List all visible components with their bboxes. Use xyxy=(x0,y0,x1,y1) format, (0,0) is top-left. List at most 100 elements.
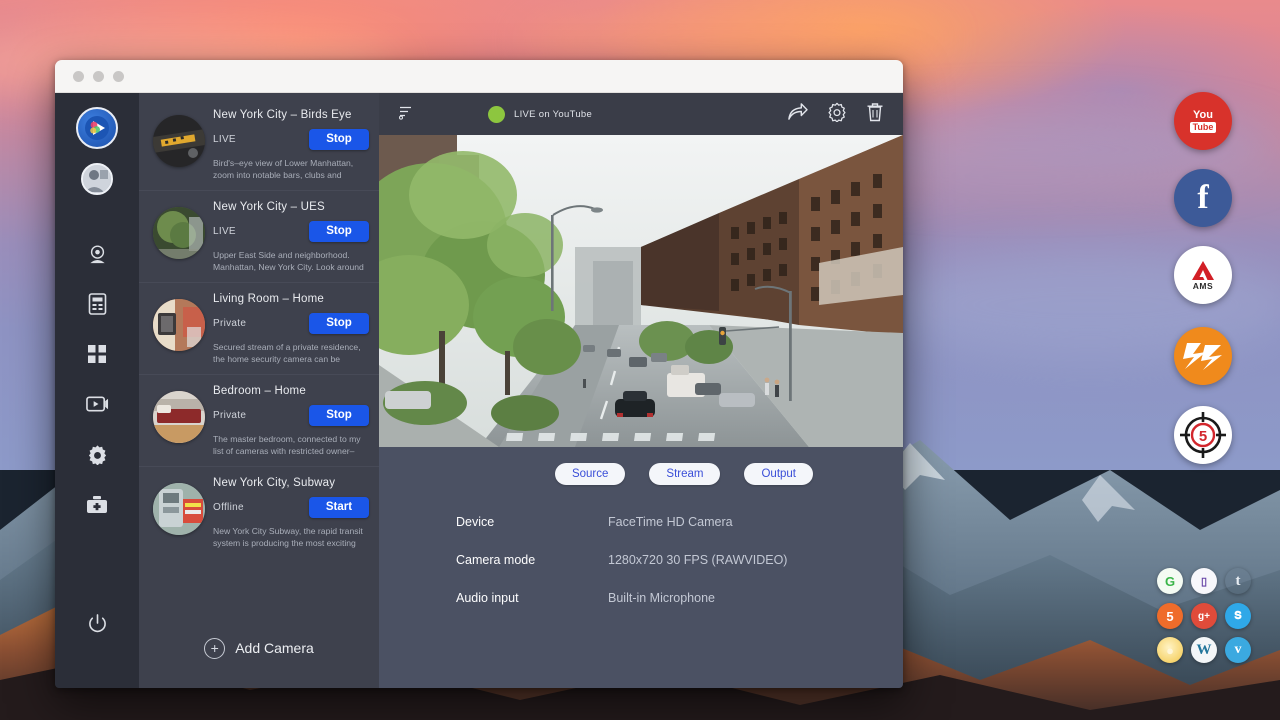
window-titlebar[interactable] xyxy=(55,60,903,93)
dock-icon-five-target[interactable]: 5 xyxy=(1174,406,1232,464)
sidebar-item-user-avatar[interactable] xyxy=(81,163,113,195)
detail-label: Device xyxy=(456,515,608,529)
tab-source[interactable]: Source xyxy=(555,463,625,485)
camera-title: Living Room – Home xyxy=(213,293,369,305)
youtube-tube-text: Tube xyxy=(1190,122,1217,133)
youtube-you-text: You xyxy=(1193,110,1213,121)
tab-stream[interactable]: Stream xyxy=(649,463,720,485)
sidebar-item-power[interactable] xyxy=(74,598,120,648)
sidebar-item-support[interactable] xyxy=(74,479,120,529)
dock-icon-adobe-ams[interactable]: AMS xyxy=(1174,246,1232,304)
mini-icon-sunset-app[interactable]: ● xyxy=(1157,637,1183,663)
camera-list-item[interactable]: New York City, Subway Offline Start New … xyxy=(139,467,379,558)
camera-description: Secured stream of a private residence, t… xyxy=(213,342,369,366)
mini-icon-vimeo[interactable]: v xyxy=(1225,637,1251,663)
camera-thumbnail xyxy=(153,299,205,351)
app-window: New York City – Birds Eye LIVE Stop Bird… xyxy=(55,60,903,688)
add-camera-label: Add Camera xyxy=(235,640,314,656)
dock-icon-facebook[interactable]: f xyxy=(1174,169,1232,227)
video-icon xyxy=(86,395,109,413)
sort-icon[interactable] xyxy=(398,104,414,125)
camera-action-button[interactable]: Stop xyxy=(309,129,369,150)
camera-action-button[interactable]: Stop xyxy=(309,221,369,242)
preview-street-scene xyxy=(379,135,903,447)
bedroom-thumb-art xyxy=(153,391,205,443)
camera-title: Bedroom – Home xyxy=(213,385,369,397)
sidebar-item-devices[interactable] xyxy=(74,279,120,329)
camera-title: New York City – UES xyxy=(213,201,369,213)
camera-list-item[interactable]: New York City – UES LIVE Stop Upper East… xyxy=(139,191,379,283)
detail-row-audio-input: Audio input Built-in Microphone xyxy=(456,591,903,605)
minimize-button[interactable] xyxy=(93,71,104,82)
mini-icon-twitter[interactable]: 𝐒 xyxy=(1225,603,1251,629)
camera-thumbnail xyxy=(153,207,205,259)
camera-list[interactable]: New York City – Birds Eye LIVE Stop Bird… xyxy=(139,93,379,608)
gear-icon[interactable] xyxy=(827,102,847,127)
camera-title: New York City, Subway xyxy=(213,477,369,489)
detail-row-camera-mode: Camera mode 1280x720 30 FPS (RAWVIDEO) xyxy=(456,553,903,567)
detail-value[interactable]: Built-in Microphone xyxy=(608,591,715,605)
camera-status: LIVE xyxy=(213,226,236,237)
camera-status: Private xyxy=(213,318,246,329)
camera-thumbnail xyxy=(153,115,205,167)
camera-title: New York City – Birds Eye xyxy=(213,109,369,121)
camera-description: Bird's–eye view of Lower Manhattan, zoom… xyxy=(213,158,369,182)
detail-label: Audio input xyxy=(456,591,608,605)
mini-icon-five[interactable]: 5 xyxy=(1157,603,1183,629)
tablet-icon xyxy=(88,293,107,315)
gear-icon xyxy=(87,444,108,465)
adobe-a-icon xyxy=(1190,260,1216,281)
camera-action-button[interactable]: Stop xyxy=(309,313,369,334)
main-panel: LIVE on YouTube xyxy=(379,93,903,688)
sidebar-item-settings[interactable] xyxy=(74,429,120,479)
camera-list-item[interactable]: Bedroom – Home Private Stop The master b… xyxy=(139,375,379,467)
power-icon xyxy=(88,614,107,633)
webcam-icon xyxy=(87,244,108,265)
maximize-button[interactable] xyxy=(113,71,124,82)
detail-row-device: Device FaceTime HD Camera xyxy=(456,515,903,529)
camera-action-button[interactable]: Start xyxy=(309,497,369,518)
sidebar-item-dashboard[interactable] xyxy=(74,329,120,379)
trash-icon[interactable] xyxy=(866,102,884,127)
detail-label: Camera mode xyxy=(456,553,608,567)
mini-icon-google-plus[interactable]: g+ xyxy=(1191,603,1217,629)
detail-value[interactable]: FaceTime HD Camera xyxy=(608,515,733,529)
camera-description: The master bedroom, connected to my list… xyxy=(213,434,369,458)
birds-eye-thumb-art xyxy=(153,115,205,167)
camera-list-panel: New York City – Birds Eye LIVE Stop Bird… xyxy=(139,93,379,688)
mini-icon-grammarly[interactable]: G xyxy=(1157,568,1183,594)
live-status-label: LIVE on YouTube xyxy=(514,109,592,120)
settings-tabs: Source Stream Output xyxy=(465,447,903,485)
camera-list-item[interactable]: New York City – Birds Eye LIVE Stop Bird… xyxy=(139,99,379,191)
source-details: Device FaceTime HD Camera Camera mode 12… xyxy=(379,485,903,629)
avatar-icon xyxy=(83,165,111,193)
wowza-lightning-icon xyxy=(1181,339,1225,373)
live-status-dot xyxy=(488,106,505,123)
camera-list-item[interactable]: Living Room – Home Private Stop Secured … xyxy=(139,283,379,375)
dock-icon-wowza[interactable] xyxy=(1174,327,1232,385)
mini-icon-twitch[interactable]: ▯ xyxy=(1191,568,1217,594)
live-status-indicator: LIVE on YouTube xyxy=(488,106,592,123)
share-arrow-icon[interactable] xyxy=(787,102,808,126)
main-toolbar: LIVE on YouTube xyxy=(379,93,903,135)
park-thumb-art xyxy=(153,207,205,259)
svg-text:5: 5 xyxy=(1199,428,1207,445)
close-button[interactable] xyxy=(73,71,84,82)
plus-circle-icon: + xyxy=(204,638,225,659)
tab-output[interactable]: Output xyxy=(744,463,813,485)
camera-description: Upper East Side and neighborhood. Manhat… xyxy=(213,250,369,274)
play-logo-icon xyxy=(84,115,110,141)
camera-action-button[interactable]: Stop xyxy=(309,405,369,426)
subway-thumb-art xyxy=(153,483,205,535)
grid-icon xyxy=(87,344,107,364)
sidebar-item-recordings[interactable] xyxy=(74,379,120,429)
mini-icon-wordpress[interactable]: W xyxy=(1191,637,1217,663)
sidebar-item-cameras[interactable] xyxy=(74,229,120,279)
dock-icon-youtube[interactable]: You Tube xyxy=(1174,92,1232,150)
camera-preview[interactable] xyxy=(379,135,903,447)
detail-value[interactable]: 1280x720 30 FPS (RAWVIDEO) xyxy=(608,553,787,567)
first-aid-kit-icon xyxy=(86,495,108,514)
mini-icon-tumblr[interactable]: t xyxy=(1225,568,1251,594)
sidebar-item-app-logo[interactable] xyxy=(76,107,118,149)
add-camera-button[interactable]: + Add Camera xyxy=(139,608,379,688)
